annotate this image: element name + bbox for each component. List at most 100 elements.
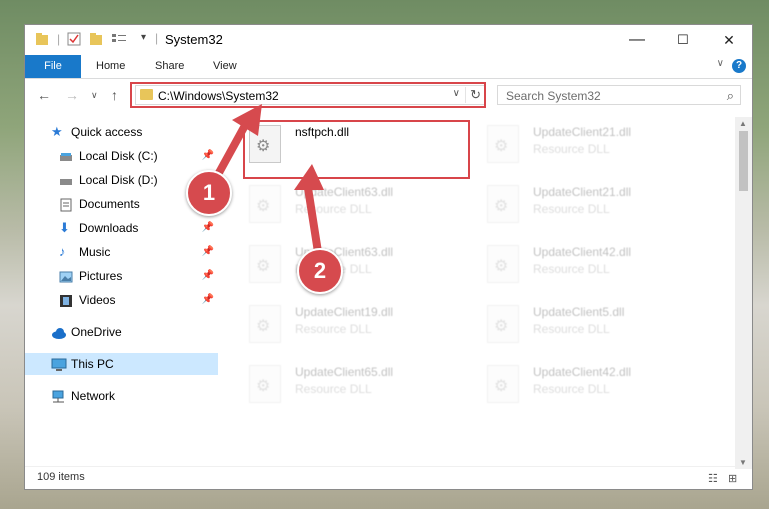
- sidebar-item-label: OneDrive: [71, 325, 122, 339]
- cloud-icon: [51, 325, 66, 339]
- minimize-button[interactable]: —: [614, 25, 660, 55]
- sidebar-item-quick-access[interactable]: ★ Quick access: [25, 121, 218, 143]
- file-name: UpdateClient5.dll: [533, 305, 625, 319]
- title-bar: | ▾ | System32 — ☐ ✕: [25, 25, 752, 55]
- videos-icon: [59, 293, 73, 307]
- sidebar-item-label: Downloads: [79, 221, 139, 235]
- maximize-button[interactable]: ☐: [660, 25, 706, 55]
- forward-arrow-icon[interactable]: →: [65, 87, 79, 103]
- sidebar-item-this-pc[interactable]: This PC: [25, 353, 218, 375]
- vertical-scrollbar[interactable]: ▲ ▼: [735, 117, 752, 469]
- file-item[interactable]: UpdateClient42.dll Resource DLL: [483, 241, 713, 291]
- dll-file-icon: [487, 125, 519, 163]
- sidebar-item-local-disk-c[interactable]: Local Disk (C:) 📌: [25, 145, 218, 167]
- file-name: UpdateClient65.dll: [295, 365, 394, 379]
- navigation-pane: ★ Quick access Local Disk (C:) 📌 Local D…: [25, 117, 218, 469]
- file-name: UpdateClient42.dll: [533, 245, 632, 259]
- dll-file-icon: [249, 245, 281, 283]
- file-item[interactable]: UpdateClient5.dll Resource DLL: [483, 301, 713, 351]
- file-item[interactable]: UpdateClient63.dll Resource DLL: [245, 181, 475, 231]
- file-type: Resource DLL: [533, 202, 610, 216]
- sidebar-item-pictures[interactable]: Pictures 📌: [25, 265, 218, 287]
- step-1-badge: 1: [186, 170, 232, 216]
- sidebar-item-downloads[interactable]: ⬇ Downloads 📌: [25, 217, 218, 239]
- tab-share[interactable]: Share: [155, 55, 184, 78]
- tab-home[interactable]: Home: [96, 55, 125, 78]
- up-arrow-icon[interactable]: ↑: [111, 87, 118, 103]
- tab-view[interactable]: View: [213, 55, 237, 78]
- customize-quick-access-icon[interactable]: [111, 32, 127, 48]
- quick-access-dropdown-icon[interactable]: ▾: [141, 32, 146, 43]
- dll-file-icon: [249, 365, 281, 403]
- star-icon: ★: [51, 124, 63, 139]
- file-item[interactable]: UpdateClient65.dll Resource DLL: [245, 361, 475, 411]
- close-button[interactable]: ✕: [706, 25, 752, 55]
- properties-icon[interactable]: [67, 32, 83, 48]
- file-item[interactable]: UpdateClient19.dll Resource DLL: [245, 301, 475, 351]
- sidebar-item-music[interactable]: ♪ Music 📌: [25, 241, 218, 263]
- ribbon: File Home Share View ∨ ?: [25, 55, 752, 79]
- file-highlight: [243, 120, 470, 179]
- file-type: Resource DLL: [295, 382, 372, 396]
- pin-icon[interactable]: 📌: [202, 289, 214, 311]
- sidebar-item-network[interactable]: Network: [25, 385, 218, 407]
- details-view-icon[interactable]: ☷: [708, 472, 724, 485]
- file-type: Resource DLL: [533, 142, 610, 156]
- file-type: Resource DLL: [533, 382, 610, 396]
- sidebar-item-onedrive[interactable]: OneDrive: [25, 321, 218, 343]
- sidebar-item-label: Local Disk (D:): [79, 173, 158, 187]
- back-arrow-icon[interactable]: ←: [37, 87, 51, 103]
- expand-ribbon-icon[interactable]: ∨: [717, 58, 724, 69]
- file-name: UpdateClient21.dll: [533, 185, 632, 199]
- sidebar-item-label: Music: [79, 245, 111, 259]
- music-icon: ♪: [59, 244, 66, 259]
- dll-file-icon: [487, 365, 519, 403]
- file-item[interactable]: UpdateClient21.dll Resource DLL: [483, 181, 713, 231]
- pictures-icon: [59, 269, 73, 283]
- scrollbar-thumb[interactable]: [739, 131, 748, 191]
- computer-icon: [51, 357, 67, 371]
- search-input[interactable]: Search System32 ⌕: [497, 85, 741, 105]
- file-item[interactable]: UpdateClient42.dll Resource DLL: [483, 361, 713, 411]
- scroll-up-icon[interactable]: ▲: [739, 119, 747, 128]
- search-icon: ⌕: [726, 88, 734, 103]
- sidebar-item-label: This PC: [71, 357, 114, 371]
- large-icons-view-icon[interactable]: ⊞: [728, 472, 744, 485]
- network-icon: [51, 389, 65, 403]
- file-tab[interactable]: File: [25, 55, 81, 78]
- sidebar-item-label: Videos: [79, 293, 116, 307]
- sidebar-item-label: Local Disk (C:): [79, 149, 158, 163]
- file-type: Resource DLL: [295, 202, 372, 216]
- pin-icon[interactable]: 📌: [202, 145, 214, 167]
- pin-icon[interactable]: 📌: [202, 265, 214, 287]
- new-folder-icon[interactable]: [89, 32, 105, 48]
- file-name: UpdateClient42.dll: [533, 365, 632, 379]
- file-name: UpdateClient63.dll: [295, 185, 394, 199]
- dll-file-icon: [249, 305, 281, 343]
- step-2-badge: 2: [297, 248, 343, 294]
- help-button[interactable]: ?: [732, 59, 746, 73]
- pin-icon[interactable]: 📌: [202, 217, 214, 239]
- documents-icon: [59, 197, 73, 212]
- file-type: Resource DLL: [533, 262, 610, 276]
- folder-icon: [35, 32, 51, 48]
- sidebar-item-label: Network: [71, 389, 116, 403]
- search-placeholder: Search System32: [506, 89, 601, 103]
- file-type: Resource DLL: [295, 322, 372, 336]
- dll-file-icon: [487, 185, 519, 223]
- sidebar-item-label: Quick access: [71, 125, 143, 139]
- recent-locations-icon[interactable]: ∨: [91, 90, 98, 101]
- disk-icon: [59, 149, 73, 163]
- sidebar-item-label: Pictures: [79, 269, 123, 283]
- file-item[interactable]: UpdateClient63.dll Resource DLL: [245, 241, 475, 291]
- pin-icon[interactable]: 📌: [202, 241, 214, 263]
- dll-file-icon: [487, 245, 519, 283]
- sidebar-item-label: Documents: [79, 197, 140, 211]
- sidebar-item-videos[interactable]: Videos 📌: [25, 289, 218, 311]
- file-item[interactable]: UpdateClient21.dll Resource DLL: [483, 121, 713, 171]
- dll-file-icon: [249, 185, 281, 223]
- disk-icon: [59, 173, 73, 187]
- file-type: Resource DLL: [533, 322, 610, 336]
- address-bar-highlight: [130, 82, 486, 108]
- download-icon: ⬇: [59, 220, 70, 235]
